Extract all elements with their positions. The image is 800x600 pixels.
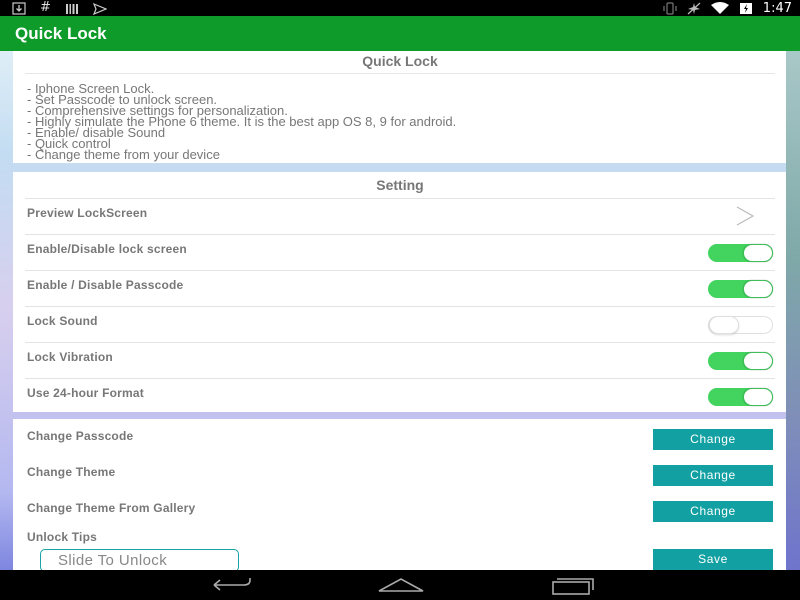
change-theme-button[interactable]: Change	[653, 465, 773, 486]
feature-item: - Change theme from your device	[27, 147, 220, 162]
home-icon[interactable]	[377, 576, 425, 599]
change-theme-label: Change Theme	[27, 465, 116, 479]
change-theme-gallery-label: Change Theme From Gallery	[27, 501, 196, 515]
row-label: Enable / Disable Passcode	[27, 278, 184, 292]
unlock-tips-label: Unlock Tips	[27, 530, 97, 544]
lock-screen-toggle[interactable]	[708, 244, 773, 262]
download-icon	[12, 1, 26, 15]
toggle-knob	[743, 244, 773, 262]
about-title: Quick Lock	[362, 53, 438, 69]
feature-list: - Iphone Screen Lock. - Set Passcode to …	[13, 74, 787, 162]
save-button[interactable]: Save	[653, 549, 773, 570]
app-title: Quick Lock	[15, 24, 107, 43]
back-icon[interactable]	[206, 576, 252, 599]
recent-apps-icon[interactable]	[549, 576, 595, 600]
row-label: Preview LockScreen	[27, 206, 148, 220]
content-area[interactable]: Quick Lock - Iphone Screen Lock. - Set P…	[0, 51, 800, 572]
hashtag-icon: #	[40, 0, 51, 15]
toggle-knob	[709, 316, 739, 334]
lock-vibration-toggle[interactable]	[708, 352, 773, 370]
actions-card: Change Passcode Change Change Theme Chan…	[13, 419, 787, 572]
row-label: Use 24-hour Format	[27, 386, 144, 400]
chevron-right-icon[interactable]	[735, 205, 755, 232]
toggle-knob	[743, 280, 773, 298]
clock: 1:47	[762, 0, 792, 16]
passcode-row: Enable / Disable Passcode	[25, 270, 775, 306]
about-card: Quick Lock - Iphone Screen Lock. - Set P…	[13, 51, 787, 163]
navigation-bar	[0, 570, 800, 600]
preview-lockscreen-row[interactable]: Preview LockScreen	[25, 198, 775, 234]
24-hour-format-row: Use 24-hour Format	[25, 378, 775, 414]
battery-icon	[739, 2, 753, 15]
row-label: Lock Vibration	[27, 350, 113, 364]
change-theme-gallery-button[interactable]: Change	[653, 501, 773, 522]
lock-sound-row: Lock Sound	[25, 306, 775, 342]
barcode-icon	[65, 2, 79, 15]
vibrate-icon	[663, 1, 677, 15]
app-bar: Quick Lock	[0, 16, 800, 51]
row-label: Lock Sound	[27, 314, 98, 328]
toggle-knob	[743, 352, 773, 370]
airplane-icon	[687, 2, 701, 15]
send-icon	[92, 2, 107, 15]
row-label: Enable/Disable lock screen	[27, 242, 187, 256]
lock-screen-row: Enable/Disable lock screen	[25, 234, 775, 270]
wifi-icon	[710, 1, 729, 15]
unlock-tips-input[interactable]: Slide To Unlock	[40, 549, 239, 572]
lock-sound-toggle[interactable]	[708, 316, 773, 334]
status-bar: # 1:47	[0, 0, 800, 16]
lock-vibration-row: Lock Vibration	[25, 342, 775, 378]
toggle-knob	[743, 388, 773, 406]
passcode-toggle[interactable]	[708, 280, 773, 298]
settings-title: Setting	[376, 177, 424, 193]
change-passcode-label: Change Passcode	[27, 429, 134, 443]
change-passcode-button[interactable]: Change	[653, 429, 773, 450]
settings-card: Setting Preview LockScreen Enable/Disabl…	[13, 172, 787, 412]
24-hour-format-toggle[interactable]	[708, 388, 773, 406]
